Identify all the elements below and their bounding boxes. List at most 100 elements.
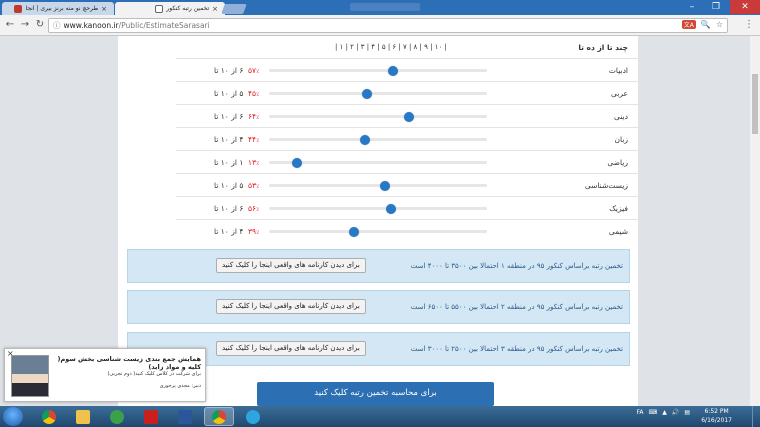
minimize-icon[interactable]: – [680,0,704,14]
language-indicator[interactable]: FA [637,409,644,416]
forward-icon[interactable]: → [19,19,31,31]
calculate-rank-button[interactable]: برای محاسبه تخمین رتبه کلیک کنید [257,382,494,406]
zoom-icon[interactable]: 🔍 [701,20,711,29]
show-desktop-button[interactable] [752,406,760,427]
subject-row: عربی ۴۵٪ ۵ از ۱۰ تا [176,81,638,104]
view-reports-button[interactable]: برای دیدن کارنامه های واقعی اینجا را کلی… [216,299,366,314]
site-favicon-icon [14,4,23,13]
score-range: ۶ از ۱۰ تا [214,112,244,121]
percent-value: ۶۴٪ [248,112,259,121]
score-slider[interactable] [269,227,487,237]
score-slider[interactable] [269,66,487,76]
score-range: ۶ از ۱۰ تا [214,204,244,213]
percent-number: ۴۵ [248,89,257,98]
close-window-icon[interactable]: ✕ [730,0,760,14]
slider-thumb[interactable] [362,89,373,99]
percent-number: ۵۶ [248,204,257,213]
tab-inactive[interactable]: × طرحچ نو منه برنز بیری | انجا [2,2,114,15]
percent-sign: ٪ [256,68,260,75]
score-range: ۶ از ۱۰ تا [214,66,244,75]
percent-number: ۱۳ [248,158,257,167]
taskbar-word[interactable] [170,407,200,426]
tab-title: طرحچ نو منه برنز بیری | انجا [25,5,99,12]
subject-name: فیزیک [609,204,628,213]
bookmark-star-icon[interactable]: ☆ [716,20,723,29]
score-slider[interactable] [269,158,487,168]
percent-sign: ٪ [256,160,260,167]
close-tab-icon[interactable]: × [101,5,107,13]
percent-value: ۴۴٪ [248,135,259,144]
subject-name: شیمی [608,227,628,236]
volume-icon[interactable]: 🔊 [672,409,679,416]
taskbar-acrobat[interactable] [136,407,166,426]
result-text: تخمین رتبه براساس کنکور ۹۵ در منطقه ۱ اح… [410,262,623,270]
slider-thumb[interactable] [359,135,370,145]
slider-thumb[interactable] [349,227,360,237]
clock-date: 6/16/2017 [701,417,732,424]
taskbar-chrome-active[interactable] [204,407,234,426]
percent-sign: ٪ [256,183,260,190]
slider-thumb[interactable] [292,158,303,168]
percent-number: ۴۴ [248,135,257,144]
slider-thumb[interactable] [403,112,414,122]
score-slider[interactable] [269,112,487,122]
ad-popup[interactable]: × همایش جمع بندی زیست شناسی بخش سوم( کلی… [4,348,206,402]
view-reports-button[interactable]: برای دیدن کارنامه های واقعی اینجا را کلی… [216,258,366,273]
browser-toolbar: ← → ↻ ⓘ www.kanoon.ir/Public/EstimateSar… [0,15,760,36]
score-slider[interactable] [269,181,487,191]
taskbar-telegram[interactable] [238,407,268,426]
subject-row: فیزیک ۵۶٪ ۶ از ۱۰ تا [176,196,638,219]
keyboard-icon[interactable]: ⌨ [649,409,658,416]
score-range: ۵ از ۱۰ تا [214,181,244,190]
subject-row: زبان ۴۴٪ ۴ از ۱۰ تا [176,127,638,150]
tray-arrow-icon[interactable]: ▲ [662,409,667,416]
back-icon[interactable]: ← [4,19,16,31]
score-slider[interactable] [269,204,487,214]
result-box-region-2: تخمین رتبه براساس کنکور ۹۵ در منطقه ۲ اح… [127,290,630,324]
scale-header: چند تا از ده تا | ۱ | ۲ | ۳ | ۴ | ۵ | ۶ … [178,36,638,58]
ad-author: دبیر: مجدی پرخوری [159,383,201,389]
start-button[interactable] [3,407,23,426]
scale-ticks: | ۱ | ۲ | ۳ | ۴ | ۵ | ۶ | ۷ | ۸ | ۹ | ۱۰… [335,43,447,51]
teacher-photo [11,355,49,397]
score-slider[interactable] [269,89,487,99]
taskbar-explorer[interactable] [68,407,98,426]
translate-icon[interactable]: 文A [681,20,696,29]
percent-value: ۵۳٪ [248,181,259,190]
percent-value: ۳۹٪ [248,227,259,236]
percent-value: ۱۳٪ [248,158,259,167]
slider-thumb[interactable] [386,204,397,214]
clock-time: 6:52 PM [704,408,729,415]
percent-sign: ٪ [256,137,260,144]
scrollbar-thumb[interactable] [752,74,758,134]
new-tab-button[interactable] [221,4,247,14]
view-reports-button[interactable]: برای دیدن کارنامه های واقعی اینجا را کلی… [216,341,366,356]
tab-active[interactable]: × تخمین رتبه کنکور [115,2,225,15]
tab-strip: × تخمین رتبه کنکور × طرحچ نو منه برنز بی… [0,0,760,15]
maximize-icon[interactable]: ❐ [704,0,728,14]
close-tab-icon[interactable]: × [212,5,218,13]
page-scrollbar[interactable] [750,36,760,406]
slider-thumb[interactable] [388,66,399,76]
slider-thumb[interactable] [379,181,390,191]
subject-name: ریاضی [607,158,628,167]
percent-sign: ٪ [256,206,260,213]
reload-icon[interactable]: ↻ [34,19,46,31]
browser-menu-icon[interactable]: ⋮ [744,19,754,30]
kanoon-favicon-icon [155,4,164,13]
subject-name: زیست‌شناسی [584,181,628,190]
system-tray: FA ⌨ ▲ 🔊 ▤ [637,409,690,416]
taskbar-media[interactable] [102,407,132,426]
subject-name: عربی [611,89,628,98]
pdf-icon [144,409,158,424]
score-slider[interactable] [269,135,487,145]
taskbar-chrome[interactable] [34,407,64,426]
page-info-icon[interactable]: ⓘ [53,20,61,31]
score-range: ۴ از ۱۰ تا [214,227,244,236]
address-bar[interactable]: ⓘ www.kanoon.ir/Public/EstimateSarasari … [48,18,728,33]
word-icon [178,409,192,424]
clock[interactable]: 6:52 PM 6/16/2017 [701,407,732,425]
chrome-icon [212,409,226,424]
network-icon[interactable]: ▤ [684,409,690,416]
subject-row: دینی ۶۴٪ ۶ از ۱۰ تا [176,104,638,127]
